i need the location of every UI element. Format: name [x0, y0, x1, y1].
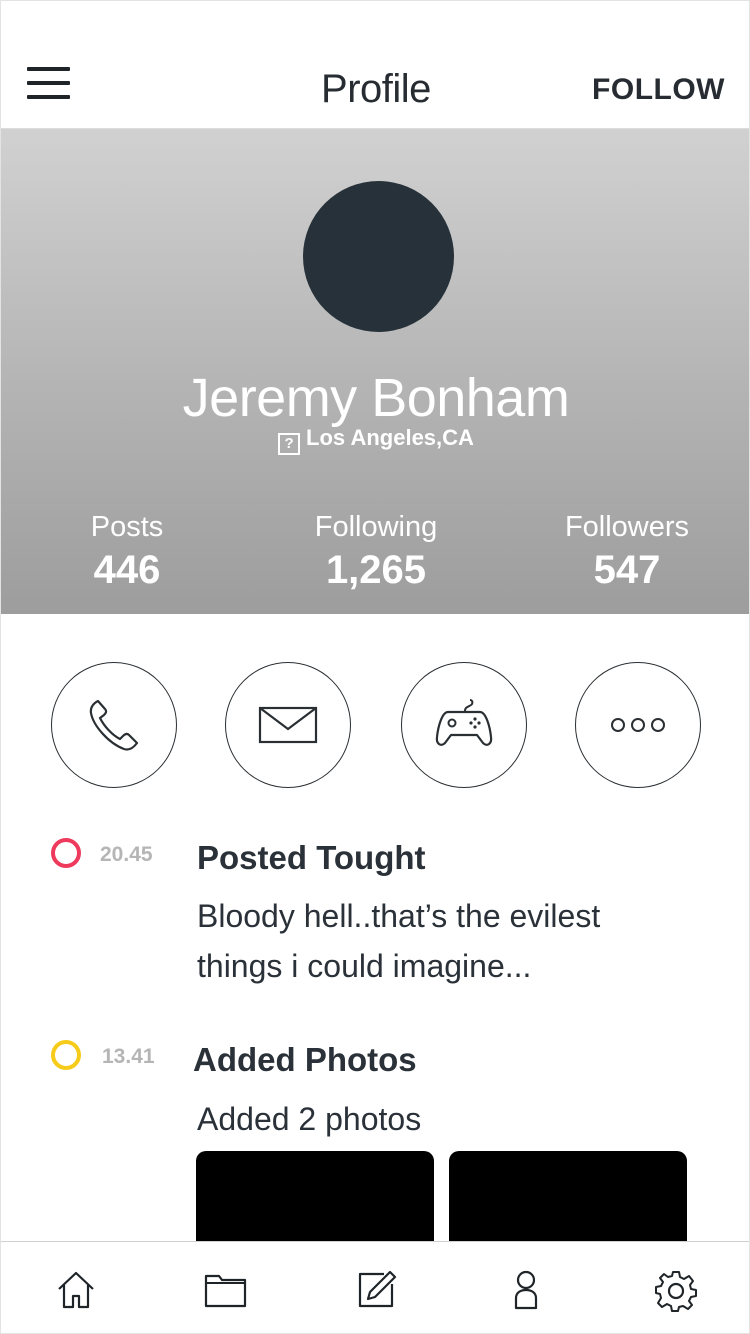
user-icon [514, 1270, 538, 1310]
tab-folder[interactable] [204, 1268, 248, 1312]
profile-screen: Profile FOLLOW Jeremy Bonham ? Los Angele… [0, 0, 750, 1334]
stat-following[interactable]: Following 1,265 [251, 511, 501, 593]
mail-icon [258, 706, 318, 744]
timeline-text: Bloody hell..that’s the evilest things i… [197, 891, 600, 991]
call-button[interactable] [51, 662, 177, 788]
timeline-title: Added Photos [193, 1041, 417, 1078]
timeline-text-line: Bloody hell..that’s the evilest [197, 898, 601, 934]
stat-label: Following [314, 511, 438, 543]
follow-button[interactable]: FOLLOW [592, 73, 725, 107]
stat-value: 1,265 [325, 548, 427, 592]
stat-followers[interactable]: Followers 547 [502, 511, 749, 593]
user-name: Jeremy Bonham [182, 368, 570, 428]
more-button[interactable] [575, 662, 701, 788]
stat-posts[interactable]: Posts 446 [2, 511, 252, 593]
timeline-text-line: things i could imagine... [197, 948, 532, 984]
profile-header: Jeremy Bonham ? Los Angeles,CA Posts 446 … [1, 129, 749, 614]
stat-value: 547 [593, 548, 661, 592]
timeline-dot [51, 1040, 81, 1070]
location-text: Los Angeles,CA [306, 425, 474, 450]
home-icon [58, 1271, 94, 1309]
user-location: ? Los Angeles,CA [1, 425, 749, 455]
timeline-title: Posted Tought [197, 839, 426, 876]
timeline-time: 13.41 [102, 1045, 155, 1068]
tab-edit[interactable] [354, 1268, 398, 1312]
message-button[interactable] [225, 662, 351, 788]
stat-label: Followers [564, 511, 690, 543]
edit-icon [358, 1270, 397, 1308]
top-nav-bar: Profile FOLLOW [1, 1, 749, 129]
tab-profile[interactable] [504, 1268, 548, 1312]
more-icon [611, 718, 665, 732]
timeline-dot [51, 838, 81, 868]
stat-label: Posts [90, 511, 164, 543]
stat-value: 446 [93, 548, 161, 592]
avatar[interactable] [303, 181, 454, 332]
location-icon: ? [278, 433, 301, 455]
tab-settings[interactable] [654, 1268, 698, 1312]
games-button[interactable] [401, 662, 527, 788]
timeline-time: 20.45 [100, 843, 153, 866]
bottom-tab-bar [1, 1241, 749, 1333]
settings-icon [655, 1271, 697, 1312]
folder-icon [204, 1274, 247, 1308]
tab-home[interactable] [54, 1268, 98, 1312]
gamepad-icon [435, 699, 493, 746]
phone-icon [89, 699, 139, 751]
timeline-text: Added 2 photos [197, 1101, 422, 1137]
